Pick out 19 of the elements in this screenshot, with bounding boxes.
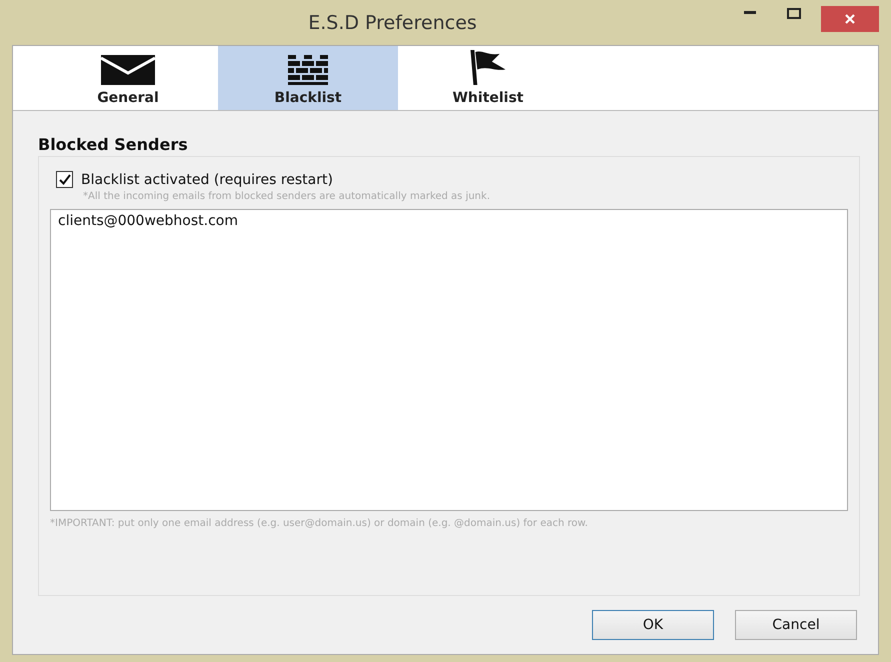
- flag-icon: [468, 50, 508, 85]
- sender-list-field[interactable]: clients@000webhost.com: [50, 209, 848, 511]
- tab[interactable]: Whitelist: [398, 46, 578, 110]
- tab[interactable]: General: [38, 46, 218, 110]
- envelope-icon: [101, 55, 155, 85]
- ok-button[interactable]: OK: [592, 610, 714, 640]
- maximize-icon: [787, 8, 801, 18]
- brick-wall-icon: [288, 55, 328, 85]
- minimize-icon: [744, 11, 756, 15]
- blacklist-checkbox[interactable]: Blacklist activated (requires restart): [50, 171, 848, 188]
- checkbox[interactable]: [56, 171, 73, 188]
- group-title: Blocked Senders: [38, 135, 189, 154]
- close-button[interactable]: [821, 6, 879, 32]
- close-icon: [844, 13, 856, 25]
- cancel-button[interactable]: Cancel: [735, 610, 857, 640]
- hint-text: *All the incoming emails from blocked senders are automatically marked as junk.: [82, 191, 491, 202]
- window-title: E.S.D Preferences: [307, 12, 478, 34]
- note-text: *IMPORTANT: put only one email address (e.g. user@domain.us) or domain (e.g. @domain.us) for each row.: [50, 518, 589, 529]
- tab[interactable]: Blacklist: [218, 46, 398, 110]
